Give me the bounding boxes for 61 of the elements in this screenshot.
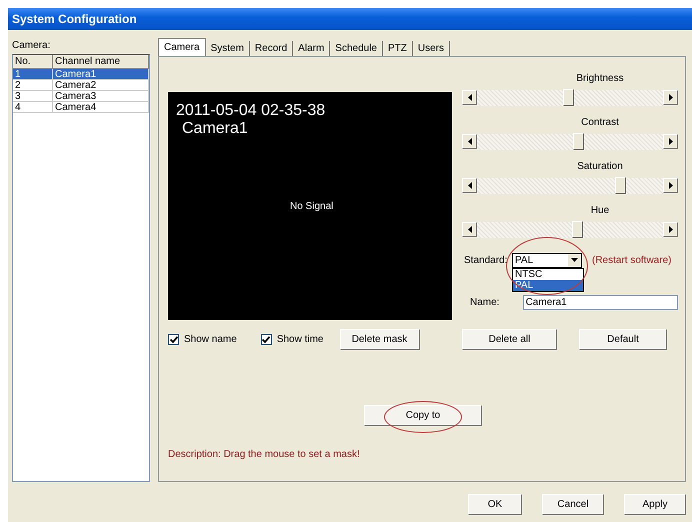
list-cell: 3 [13,91,53,102]
slider-label: Contrast [581,117,619,129]
list-cell: Camera3 [53,91,149,102]
checkbox[interactable] [260,334,272,344]
scroll-left-button[interactable] [462,222,477,237]
dialog-button[interactable]: Apply [624,494,686,515]
checkbox[interactable] [168,334,179,344]
list-row[interactable]: 1 Camera1 [13,69,149,80]
list-cell: Camera2 [53,80,149,91]
dropdown-option[interactable]: NTSC [513,268,583,280]
scroll-right-button[interactable] [663,178,678,193]
right-arrow-icon [668,94,672,101]
name-label: Name: [469,297,500,308]
name-field[interactable]: Camera1 [522,295,678,310]
slider-thumb[interactable] [572,221,582,238]
button[interactable]: Delete all [462,328,557,350]
description-text: Description: Drag the mouse to set a mask! [168,449,360,460]
left-arrow-icon [468,138,472,145]
list-row[interactable]: 3 Camera3 [13,91,149,102]
right-arrow-icon [668,226,672,233]
slider-thumb[interactable] [573,133,584,150]
window-title: System Configuration [12,12,137,26]
no-signal-text: No Signal [290,201,334,212]
button[interactable]: Delete mask [340,328,420,350]
camera-label: Camera: [12,40,50,52]
column-header[interactable]: Channel name [53,55,149,69]
dialog-button[interactable]: OK [468,494,522,515]
list-row[interactable]: 4 Camera4 [13,102,149,113]
timestamp-overlay: 2011-05-04 02-35-38 [176,102,326,120]
list-cell: 2 [13,80,53,91]
left-arrow-icon [468,226,472,233]
scroll-left-button[interactable] [462,90,477,105]
restart-note: (Restart software) [592,254,672,266]
checkbox-label: Show name [184,334,237,344]
checkbox-label: Show time [276,334,324,344]
slider-thumb[interactable] [562,89,574,106]
left-arrow-icon [468,94,472,101]
slider-thumb[interactable] [615,177,626,194]
column-header[interactable]: No. [13,55,53,69]
slider-label: Brightness [576,73,624,85]
scroll-right-button[interactable] [663,90,678,105]
list-row[interactable]: 2 Camera2 [13,80,149,91]
scroll-right-button[interactable] [663,134,678,149]
list-cell: Camera4 [53,102,149,113]
button[interactable]: Default [579,328,667,350]
dialog-button[interactable]: Cancel [542,494,604,515]
copy-to-button[interactable]: Copy to [364,405,482,426]
list-cell: 1 [13,69,53,80]
slider-label: Hue [590,205,610,217]
list-cell: 4 [13,102,53,113]
camera-name-overlay: Camera1 [182,120,248,138]
list-cell: Camera1 [53,69,149,80]
scroll-left-button[interactable] [462,134,477,149]
tab[interactable]: Camera [158,38,206,56]
scroll-left-button[interactable] [462,178,477,193]
right-arrow-icon [668,138,672,145]
standard-label: Standard: [463,254,508,266]
left-arrow-icon [468,182,472,189]
right-arrow-icon [668,182,672,189]
slider-label: Saturation [577,161,623,173]
scroll-right-button[interactable] [663,222,678,237]
